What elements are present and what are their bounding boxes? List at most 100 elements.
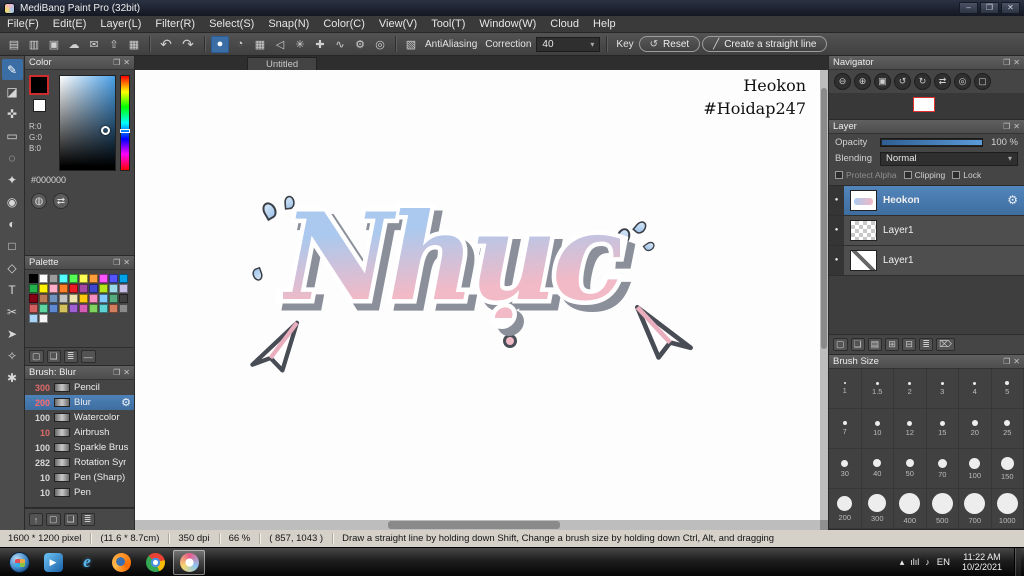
undo-icon[interactable]: ↶ (156, 36, 176, 53)
panel-close-icon[interactable]: ✕ (123, 368, 130, 377)
minimize-button[interactable]: – (959, 2, 978, 14)
rotate-right-icon[interactable]: ↻ (914, 73, 931, 90)
brush-size-option[interactable]: 4 (959, 369, 992, 409)
palette-swatch[interactable] (79, 274, 88, 283)
palette-swatch[interactable] (89, 284, 98, 293)
navigator-viewport-rect[interactable] (913, 97, 935, 112)
layer-settings-icon[interactable]: ⚙ (1007, 193, 1018, 207)
layer-visibility-icon[interactable]: ● (829, 215, 844, 245)
brush-size-option[interactable]: 700 (959, 489, 992, 529)
snap-radial-icon[interactable]: ◎ (371, 36, 389, 53)
brush-size-option[interactable]: 30 (829, 449, 862, 489)
layer-visibility-icon[interactable]: ● (829, 185, 844, 215)
rotate-left-icon[interactable]: ↺ (894, 73, 911, 90)
palette-swatch[interactable] (89, 274, 98, 283)
maximize-button[interactable]: ❐ (980, 2, 999, 14)
correction-select[interactable]: 40 ▾ (536, 36, 601, 52)
language-indicator[interactable]: EN (937, 557, 950, 568)
key-label[interactable]: Key (613, 39, 636, 50)
vertical-scrollbar-thumb[interactable] (821, 88, 827, 349)
operation-tool[interactable]: ➤ (2, 323, 23, 344)
brush-size-option[interactable]: 200 (829, 489, 862, 529)
background-color-swatch[interactable] (33, 99, 46, 112)
close-button[interactable]: ✕ (1001, 2, 1020, 14)
palette-swatch[interactable] (59, 294, 68, 303)
show-desktop-button[interactable] (1014, 547, 1021, 576)
zoom-out-icon[interactable]: ⊖ (834, 73, 851, 90)
palette-swatch[interactable] (109, 294, 118, 303)
merge-layer-icon[interactable]: ⊞ (885, 338, 900, 351)
brush-size-option[interactable]: 15 (926, 409, 959, 449)
palette-swatch[interactable] (109, 304, 118, 313)
palette-swatch[interactable] (109, 284, 118, 293)
brush-size-option[interactable]: 20 (959, 409, 992, 449)
brush-size-option[interactable]: 1 (829, 369, 862, 409)
layer-visibility-icon[interactable]: ● (829, 245, 844, 275)
start-button[interactable] (2, 548, 36, 576)
menu-item-layer[interactable]: Layer(L) (93, 18, 148, 30)
palette-swatch[interactable] (119, 304, 128, 313)
taskbar-medibang[interactable] (173, 549, 205, 575)
brush-settings-icon[interactable]: ⚙ (121, 396, 131, 409)
palette-swatch[interactable] (69, 294, 78, 303)
brush-size-option[interactable]: 12 (894, 409, 927, 449)
palette-swatch[interactable] (99, 304, 108, 313)
menu-item-edit[interactable]: Edit(E) (46, 18, 94, 30)
brush-size-option[interactable]: 50 (894, 449, 927, 489)
brush-item[interactable]: 10 Airbrush (25, 425, 134, 440)
magic-wand-tool[interactable]: ✦ (2, 169, 23, 190)
sv-marker-icon[interactable] (101, 126, 110, 135)
palette-swatch[interactable] (99, 294, 108, 303)
eyedropper-tool[interactable]: ✧ (2, 345, 23, 366)
palette-swatch[interactable] (39, 274, 48, 283)
snap-cross-icon[interactable]: ✚ (311, 36, 329, 53)
eraser-tool[interactable]: ◪ (2, 81, 23, 102)
palette-swatch[interactable] (99, 284, 108, 293)
brush-item[interactable]: 10 Pen (25, 485, 134, 500)
navigator-preview[interactable] (829, 93, 1024, 119)
reset-view-icon[interactable]: ◎ (954, 73, 971, 90)
palette-swatch[interactable] (119, 274, 128, 283)
layer-row[interactable]: ● Heokon ⚙ (829, 185, 1024, 216)
menu-item-snap[interactable]: Snap(N) (261, 18, 316, 30)
taskbar-media-player[interactable] (37, 550, 69, 575)
brush-size-option[interactable]: 400 (894, 489, 927, 529)
palette-swatch[interactable] (79, 304, 88, 313)
gradient-strip-icon[interactable]: — (80, 350, 96, 363)
fit-window-icon[interactable]: ▣ (874, 73, 891, 90)
blending-select[interactable]: Normal ▾ (880, 151, 1018, 166)
volume-icon[interactable]: ♪ (925, 557, 930, 567)
new-brush-icon[interactable]: ▢ (46, 513, 61, 526)
clock[interactable]: 11:22 AM 10/2/2021 (957, 552, 1007, 573)
palette-swatch[interactable] (79, 294, 88, 303)
pointer-icon[interactable]: ◁ (271, 36, 289, 53)
panel-popout-icon[interactable]: ❐ (113, 58, 120, 67)
brush-item[interactable]: 200 Blur ⚙ (25, 395, 134, 410)
brush-menu-icon[interactable]: ≣ (80, 513, 95, 526)
zoom-in-icon[interactable]: ⊕ (854, 73, 871, 90)
fullscreen-icon[interactable]: ▢ (974, 73, 991, 90)
panel-popout-icon[interactable]: ❐ (113, 368, 120, 377)
antialiasing-label[interactable]: AntiAliasing (422, 39, 480, 50)
menu-item-cloud[interactable]: Cloud (543, 18, 586, 30)
palette-swatch[interactable] (49, 274, 58, 283)
brush-size-option[interactable]: 7 (829, 409, 862, 449)
snap-curve-icon[interactable]: ∿ (331, 36, 349, 53)
opacity-slider[interactable] (880, 137, 983, 147)
new-canvas-icon[interactable]: ▤ (5, 36, 23, 53)
brush-item[interactable]: 10 Pen (Sharp) (25, 470, 134, 485)
dock-up-icon[interactable]: ↑ (29, 513, 43, 526)
bucket-tool[interactable]: ◉ (2, 191, 23, 212)
grid-snap-icon[interactable]: ▦ (251, 36, 269, 53)
grid-view-icon[interactable]: ▦ (125, 36, 143, 53)
panel-popout-icon[interactable]: ❐ (1003, 357, 1010, 366)
export-icon[interactable]: ⇧ (105, 36, 123, 53)
lock-option[interactable]: Lock (952, 170, 981, 180)
brush-size-option[interactable]: 5 (991, 369, 1024, 409)
polygon-tool[interactable]: ◇ (2, 257, 23, 278)
panel-close-icon[interactable]: ✕ (123, 258, 130, 267)
palette-swatch[interactable] (69, 304, 78, 313)
palette-swatch[interactable] (89, 304, 98, 313)
panel-popout-icon[interactable]: ❐ (1003, 58, 1010, 67)
horizontal-scrollbar[interactable] (135, 520, 820, 530)
